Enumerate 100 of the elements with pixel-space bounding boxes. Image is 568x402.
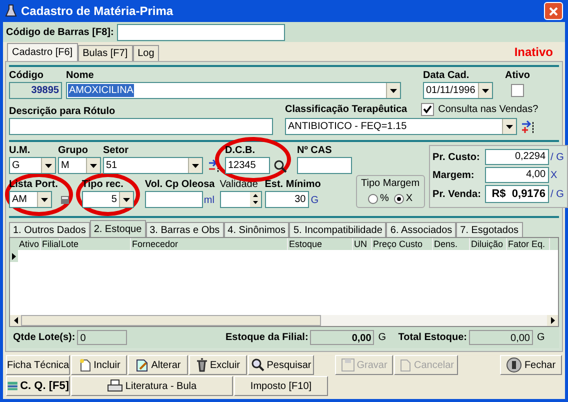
input-field[interactable] <box>9 118 273 135</box>
dropdown-field[interactable]: AM <box>9 191 52 208</box>
dropdown-button[interactable] <box>188 158 202 173</box>
input-field[interactable] <box>116 24 285 40</box>
tab[interactable]: 3. Barras e Obs <box>146 222 224 237</box>
tab[interactable]: Cadastro [F6] <box>7 43 78 61</box>
field-label: Descrição para Rótulo <box>9 106 116 117</box>
caret-icon <box>506 124 513 128</box>
tab[interactable]: 2. Estoque <box>90 220 146 237</box>
field-label: Código <box>9 70 44 81</box>
edit-document-icon <box>135 358 150 372</box>
tab[interactable]: 4. Sinônimos <box>224 222 290 237</box>
arrows-icon[interactable] <box>208 159 220 173</box>
toolbar-button[interactable]: Imposto [F10] <box>234 376 328 396</box>
unit-label: G <box>310 194 319 208</box>
column-header: Ativo <box>18 238 41 250</box>
column-header: UN <box>353 238 372 250</box>
input-field[interactable] <box>144 191 203 208</box>
caret-icon <box>122 198 130 202</box>
field-label: Qtde Lote(s): <box>13 332 76 343</box>
dropdown-button[interactable] <box>41 158 55 173</box>
toolbar-button[interactable]: Literatura - Bula <box>71 376 233 396</box>
search-icon[interactable] <box>274 159 287 173</box>
field-label: Data Cad. <box>423 70 470 81</box>
field-label: U.M. <box>9 145 32 156</box>
checkbox-label: Consulta nas Vendas? <box>438 103 538 117</box>
dropdown-button[interactable] <box>502 119 516 134</box>
unit-label: G <box>536 331 546 345</box>
printer-icon <box>107 379 124 393</box>
tab[interactable]: 6. Associados <box>386 222 456 237</box>
column-header: Lote <box>60 238 131 250</box>
price-field: R$ 0,9176 <box>484 185 549 203</box>
unit-label: / G <box>550 150 564 164</box>
arrows-icon[interactable] <box>521 120 535 134</box>
tab[interactable]: Bulas [F7] <box>78 45 133 61</box>
tab[interactable]: 1. Outros Dados <box>9 222 90 237</box>
column-header: Filial <box>41 238 60 250</box>
caret-icon <box>90 164 97 168</box>
caret-icon <box>41 198 48 202</box>
scroll-right-icon[interactable] <box>550 317 554 324</box>
stock-field: 0,00 <box>469 330 533 345</box>
field-label: Ativo <box>505 70 530 81</box>
toolbar-button[interactable]: Incluir <box>71 355 127 375</box>
input-field[interactable] <box>297 157 352 174</box>
dropdown-button[interactable] <box>478 83 492 98</box>
dropdown-button[interactable] <box>86 158 100 173</box>
tab[interactable]: 5. Incompatibilidade <box>289 222 386 237</box>
field-label: Total Estoque: <box>398 332 467 343</box>
close-icon <box>549 6 558 16</box>
price-field: 4,00 <box>484 167 549 183</box>
calculator-icon[interactable] <box>60 196 69 204</box>
unit-label: ml <box>204 194 214 208</box>
field-label: Estoque da Filial: <box>226 332 308 343</box>
input-field[interactable]: 12345 <box>225 157 270 174</box>
column-header: Dens. <box>433 238 470 250</box>
stock-field: 0,00 <box>310 330 374 345</box>
toolbar-button[interactable]: Excluir <box>189 355 247 375</box>
close-button[interactable] <box>544 2 563 20</box>
field-label: Código de Barras [F8]: <box>6 26 114 38</box>
dropdown-field[interactable]: 01/11/1996 <box>423 82 493 99</box>
dropdown-button[interactable] <box>386 83 400 98</box>
dropdown-field[interactable]: ANTIBIOTICO - FEQ=1.15 <box>285 118 517 135</box>
door-icon <box>506 357 522 373</box>
dropdown-field[interactable]: M <box>58 157 101 174</box>
floppy-icon <box>340 358 355 372</box>
horizontal-scrollbar[interactable] <box>10 315 558 326</box>
field-label: Est. Mínimo <box>264 179 321 190</box>
dropdown-field[interactable]: G <box>9 157 56 174</box>
field-label: Setor <box>103 145 130 156</box>
toolbar-button[interactable]: C. Q. [F5] <box>6 376 70 396</box>
group-label: Tipo Margem <box>361 177 420 191</box>
radio-button[interactable]: X <box>394 191 413 206</box>
toolbar-button[interactable]: Pesquisar <box>248 355 314 375</box>
input-field[interactable]: 30 <box>264 191 309 208</box>
window-title: Cadastro de Matéria-Prima <box>21 3 174 20</box>
checkbox[interactable] <box>511 84 524 97</box>
toolbar-button[interactable]: Fechar <box>500 355 562 375</box>
tab[interactable]: Log <box>132 45 160 61</box>
price-label: Pr. Custo: <box>432 150 481 164</box>
column-header: Estoque <box>288 238 353 250</box>
dropdown-button[interactable] <box>37 192 51 207</box>
search-icon <box>250 358 265 372</box>
dropdown-field[interactable]: 51 <box>103 157 203 174</box>
code-field[interactable]: 39895 <box>9 82 62 99</box>
field-label: Nome <box>66 70 95 81</box>
toolbar-button[interactable]: Ficha Técnica <box>6 355 70 375</box>
radio-button[interactable]: % <box>368 191 389 206</box>
dropdown-field[interactable]: 5 <box>82 191 134 208</box>
toolbar-button[interactable]: Alterar <box>128 355 188 375</box>
scroll-left-icon[interactable] <box>14 317 18 324</box>
caret-icon <box>192 164 199 168</box>
dropdown-button[interactable] <box>118 192 133 207</box>
tab[interactable]: 7. Esgotados <box>456 222 523 237</box>
field-label: Classificação Terapêutica <box>285 104 408 115</box>
field-label: Vol. Cp Oleosa <box>144 179 215 190</box>
document-icon <box>78 358 92 372</box>
dropdown-field[interactable]: AMOXICILINA <box>66 82 401 99</box>
field-label: Validade <box>220 179 259 190</box>
spin-field[interactable] <box>220 191 262 208</box>
checkbox[interactable] <box>421 103 434 116</box>
